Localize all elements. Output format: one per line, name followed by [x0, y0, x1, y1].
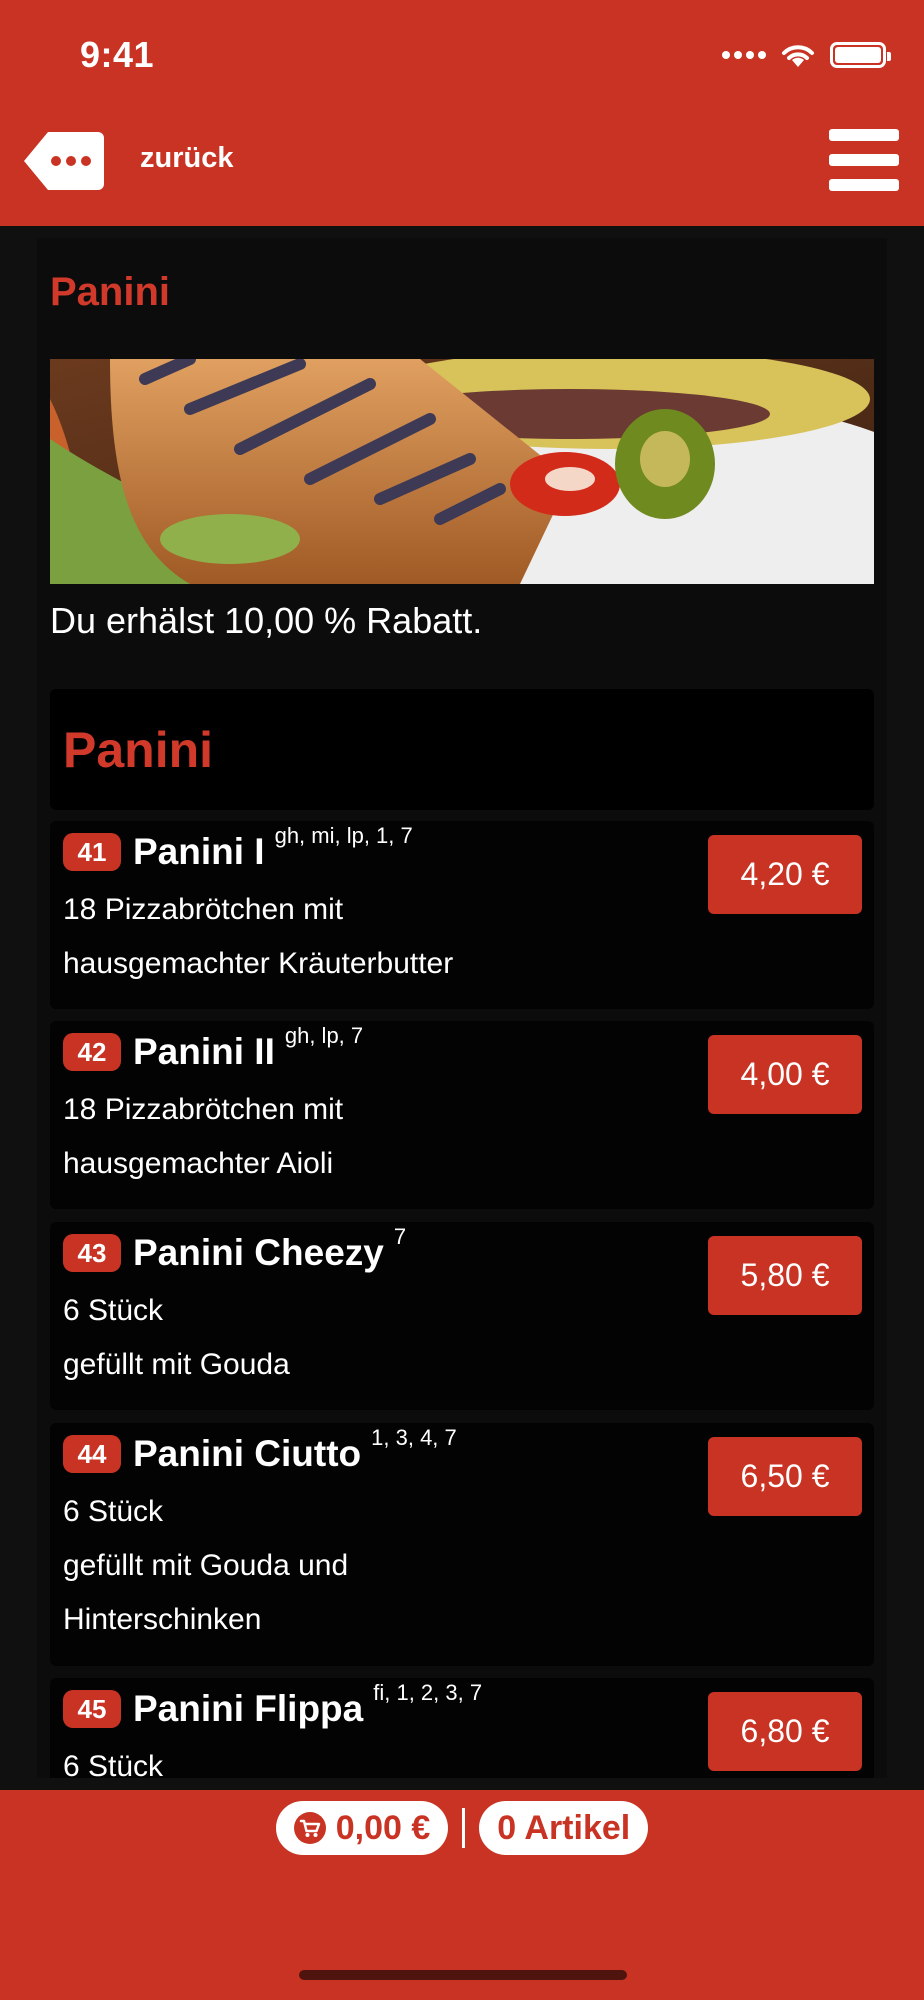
category-header: Panini — [50, 689, 874, 810]
menu-item[interactable]: 44 Panini Ciutto 1, 3, 4, 7 6 Stück gefü… — [50, 1423, 874, 1666]
item-number-badge: 45 — [63, 1690, 121, 1728]
menu-item[interactable]: 41 Panini I gh, mi, lp, 1, 7 18 Pizzabrö… — [50, 821, 874, 1009]
battery-icon — [830, 42, 891, 68]
item-header: 42 Panini II gh, lp, 7 — [63, 1023, 363, 1073]
item-description: 18 Pizzabrötchen mit hausgemachter Kräut… — [63, 883, 623, 991]
page-title: Panini — [50, 270, 171, 314]
hamburger-menu-icon[interactable] — [829, 129, 899, 191]
back-button[interactable]: zurück — [140, 142, 233, 175]
cart-total-pill[interactable]: 0,00 € — [275, 1801, 449, 1855]
item-desc-line: gefüllt mit Gouda — [63, 1348, 290, 1381]
cart-total: 0,00 € — [335, 1808, 431, 1847]
item-header: 41 Panini I gh, mi, lp, 1, 7 — [63, 823, 413, 873]
item-allergens: fi, 1, 2, 3, 7 — [373, 1680, 483, 1705]
status-bar: 9:41 — [0, 0, 924, 112]
item-desc-line: gefüllt mit Gouda und — [63, 1549, 349, 1582]
item-desc-line: hausgemachter Kräuterbutter — [63, 947, 454, 980]
item-desc-line: 6 Stück — [63, 1495, 164, 1528]
add-to-cart-price-button[interactable]: 4,00 € — [708, 1035, 862, 1114]
item-desc-line: Hinterschinken — [63, 1603, 262, 1636]
item-allergens: gh, mi, lp, 1, 7 — [274, 823, 413, 848]
item-header: 43 Panini Cheezy 7 — [63, 1224, 406, 1274]
item-desc-line: 18 Pizzabrötchen mit — [63, 893, 344, 926]
item-name: Panini Cheezy — [133, 1232, 384, 1273]
item-header: 44 Panini Ciutto 1, 3, 4, 7 — [63, 1425, 457, 1475]
main-content: Panini Du erhälst 10,00 % Rabatt. Panini… — [37, 238, 887, 1778]
add-to-cart-price-button[interactable]: 6,80 € — [708, 1692, 862, 1771]
menu-item[interactable]: 42 Panini II gh, lp, 7 18 Pizzabrötchen … — [50, 1021, 874, 1209]
status-time: 9:41 — [80, 34, 155, 75]
item-allergens: gh, lp, 7 — [284, 1023, 364, 1048]
cart-count: 0 Artikel — [497, 1808, 631, 1847]
more-tag-icon[interactable] — [22, 130, 106, 192]
item-name: Panini Ciutto — [133, 1433, 362, 1474]
discount-text: Du erhälst 10,00 % Rabatt. — [50, 600, 483, 641]
item-allergens: 7 — [393, 1224, 407, 1249]
item-desc-line: 6 Stück — [63, 1750, 164, 1778]
item-description: 6 Stück — [63, 1740, 623, 1778]
item-name: Panini Flippa — [133, 1688, 364, 1729]
item-description: 18 Pizzabrötchen mit hausgemachter Aioli — [63, 1083, 623, 1191]
add-to-cart-price-button[interactable]: 6,50 € — [708, 1437, 862, 1516]
item-description: 6 Stück gefüllt mit Gouda und Hinterschi… — [63, 1485, 623, 1647]
cart-separator — [462, 1808, 466, 1848]
item-number-badge: 41 — [63, 833, 121, 871]
status-icons — [722, 40, 891, 70]
cart-bar: 0,00 € 0 Artikel — [0, 1790, 924, 2000]
item-number-badge: 44 — [63, 1435, 121, 1473]
cart-icon — [293, 1812, 326, 1844]
item-desc-line: 6 Stück — [63, 1294, 164, 1327]
nav-bar: zurück — [0, 112, 924, 226]
category-title: Panini — [63, 722, 214, 778]
item-desc-line: hausgemachter Aioli — [63, 1147, 334, 1180]
item-name: Panini I — [133, 831, 265, 872]
item-allergens: 1, 3, 4, 7 — [371, 1425, 457, 1450]
item-number-badge: 42 — [63, 1033, 121, 1071]
item-description: 6 Stück gefüllt mit Gouda — [63, 1284, 623, 1392]
add-to-cart-price-button[interactable]: 5,80 € — [708, 1236, 862, 1315]
wifi-icon — [782, 45, 814, 67]
item-number-badge: 43 — [63, 1234, 121, 1272]
panini-hero-image — [50, 359, 874, 584]
add-to-cart-price-button[interactable]: 4,20 € — [708, 835, 862, 914]
home-indicator — [299, 1970, 627, 1980]
menu-item[interactable]: 43 Panini Cheezy 7 6 Stück gefüllt mit G… — [50, 1222, 874, 1410]
item-desc-line: 18 Pizzabrötchen mit — [63, 1093, 344, 1126]
menu-item[interactable]: 45 Panini Flippa fi, 1, 2, 3, 7 6 Stück … — [50, 1678, 874, 1778]
item-header: 45 Panini Flippa fi, 1, 2, 3, 7 — [63, 1680, 482, 1730]
cart-summary[interactable]: 0,00 € 0 Artikel — [0, 1800, 924, 1856]
signal-icon — [722, 51, 766, 59]
cart-count-pill[interactable]: 0 Artikel — [479, 1801, 649, 1855]
item-name: Panini II — [133, 1031, 275, 1072]
